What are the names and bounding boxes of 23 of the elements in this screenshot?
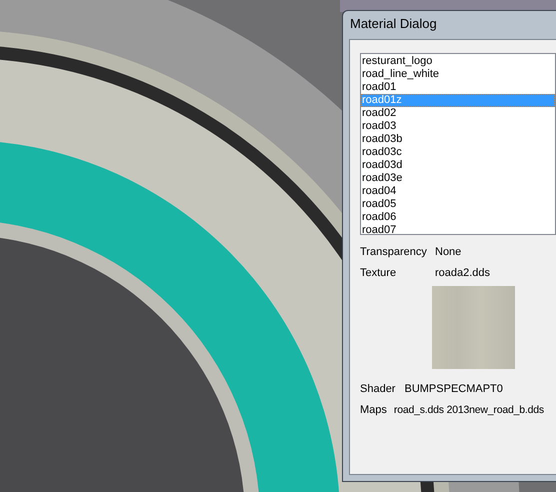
list-item[interactable]: road03e (361, 172, 555, 185)
list-item[interactable]: road04 (361, 185, 555, 198)
field-value: None (435, 245, 462, 259)
field-label: Maps (360, 403, 387, 417)
list-item[interactable]: resturant_logo (361, 55, 555, 68)
window-title: Material Dialog (349, 15, 438, 33)
list-item[interactable]: road_line_white (361, 68, 555, 81)
list-item[interactable]: road01 (361, 81, 555, 94)
field-label: Shader (360, 382, 396, 396)
list-item[interactable]: road06 (361, 211, 555, 224)
list-item[interactable]: road07 (361, 224, 555, 234)
material-list[interactable]: resturant_logo road_line_white road01 road01z road02 road03 road03b road03c road03d road03e road04 road05 road06 road07 (360, 53, 556, 235)
list-item[interactable]: road05 (361, 198, 555, 211)
field-value: roada2.dds (435, 266, 490, 280)
field-label: Transparency (360, 245, 428, 259)
list-item[interactable]: road03 (361, 120, 555, 133)
field-value: road_s.dds 2013new_road_b.dds (394, 403, 544, 417)
list-item[interactable]: road03d (361, 159, 555, 172)
list-item[interactable]: road02 (361, 107, 555, 120)
list-item[interactable]: road03c (361, 146, 555, 159)
list-item[interactable]: road03b (361, 133, 555, 146)
field-label: Texture (360, 266, 398, 280)
field-value: BUMPSPECMAPT0 (404, 382, 503, 396)
